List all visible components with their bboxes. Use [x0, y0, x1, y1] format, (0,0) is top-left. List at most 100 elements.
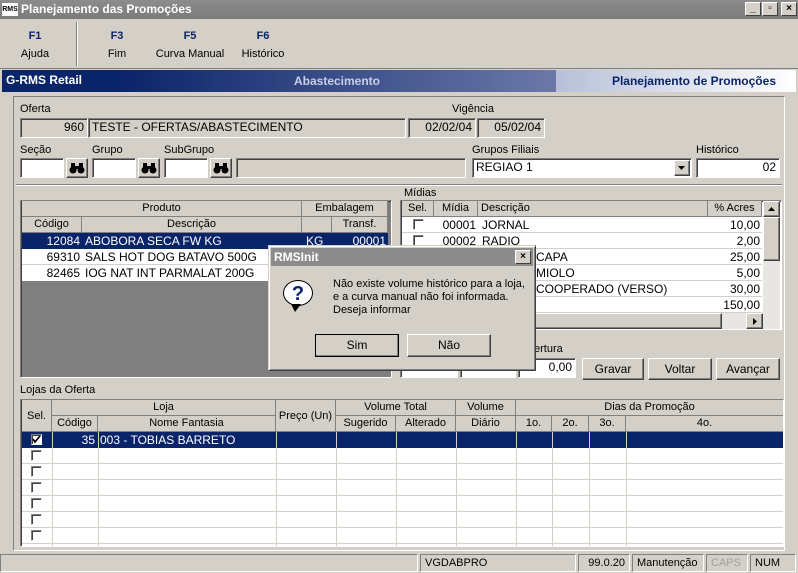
- store-checkbox[interactable]: [31, 466, 42, 477]
- f3-end-button[interactable]: F3 Fim: [94, 30, 140, 60]
- status-num: NUM: [750, 554, 796, 572]
- no-button[interactable]: Não: [407, 334, 491, 357]
- column-lines: [626, 432, 627, 546]
- store-name: 003 - TOBIAS BARRETO: [100, 433, 236, 447]
- subgrupo-description-field: [236, 158, 466, 178]
- dialog-title: RMSInit: [274, 250, 319, 264]
- store-checkbox[interactable]: [31, 514, 42, 525]
- col-media-descricao: Descrição: [478, 201, 708, 217]
- banner-module: Abastecimento: [118, 70, 556, 92]
- f3-key: F3: [110, 30, 124, 42]
- media-checkbox[interactable]: [413, 219, 424, 230]
- dialog-message-line: Não existe volume histórico para a loja,: [333, 278, 525, 290]
- arrow-right-icon: [753, 318, 757, 325]
- dialog-close-button[interactable]: ×: [515, 250, 531, 264]
- store-checkbox[interactable]: [31, 530, 42, 541]
- list-item[interactable]: 00001 JORNAL 10,00: [402, 217, 762, 233]
- store-checkbox[interactable]: [31, 482, 42, 493]
- column-lines: [516, 432, 517, 546]
- dialog-message-line: Deseja informar: [333, 304, 411, 316]
- toolbar: F1 Ajuda F3 Fim F5 Curva Manual F6 Histó…: [0, 20, 798, 68]
- f6-label: Histórico: [241, 48, 285, 60]
- empty-rows: [22, 432, 783, 546]
- media-acres: 25,00: [729, 250, 760, 264]
- f5-manual-curve-button[interactable]: F5 Curva Manual: [150, 30, 230, 60]
- vigencia-start-field: 02/02/04: [408, 118, 476, 138]
- yes-button[interactable]: Sim: [315, 334, 399, 357]
- grupos-filiais-label: Grupos Filiais: [472, 144, 540, 156]
- column-lines: [336, 432, 337, 546]
- column-lines: [396, 432, 397, 546]
- product-code: 12084: [46, 234, 80, 248]
- col-embalagem: [302, 217, 332, 233]
- save-button[interactable]: Gravar: [582, 358, 644, 380]
- close-window-button[interactable]: ×: [781, 2, 797, 16]
- arrow-up-icon: [768, 207, 775, 211]
- banner-brand: G-RMS Retail: [2, 70, 118, 92]
- grupos-filiais-dropdown-button[interactable]: [674, 160, 690, 176]
- col-diario: Diário: [456, 416, 516, 432]
- minimize-button[interactable]: _: [745, 2, 761, 16]
- next-button[interactable]: Avançar: [716, 358, 780, 380]
- binoculars-icon: [141, 163, 157, 174]
- banner-screen-title: Planejamento de Promoções: [556, 70, 796, 92]
- secao-search-button[interactable]: [66, 158, 88, 178]
- grupo-input[interactable]: [92, 158, 136, 178]
- scroll-up-button[interactable]: [763, 201, 780, 217]
- media-description: JORNAL: [482, 218, 530, 232]
- col-day3: 3o.: [589, 416, 626, 432]
- column-lines: [552, 432, 553, 546]
- f1-help-button[interactable]: F1 Ajuda: [12, 30, 58, 60]
- col-day4: 4o.: [626, 416, 783, 432]
- maximize-button[interactable]: ▫: [762, 2, 778, 16]
- f3-label: Fim: [107, 48, 127, 60]
- col-day2: 2o.: [552, 416, 589, 432]
- store-checkbox[interactable]: [31, 434, 42, 445]
- secao-input[interactable]: [20, 158, 64, 178]
- media-acres: 30,00: [729, 282, 760, 296]
- status-blank: [0, 554, 418, 572]
- col-store-sel: Sel.: [22, 400, 52, 432]
- store-checkbox[interactable]: [31, 450, 42, 461]
- header-loja: Loja: [52, 400, 276, 416]
- store-code: 35: [81, 433, 95, 447]
- historico-input[interactable]: 02: [696, 158, 780, 178]
- grupos-filiais-select[interactable]: REGIAO 1: [472, 158, 692, 178]
- col-store-nome: Nome Fantasia: [98, 416, 276, 432]
- subgrupo-input[interactable]: [164, 158, 208, 178]
- module-banner: G-RMS Retail Abastecimento Planejamento …: [0, 68, 798, 92]
- grupo-label: Grupo: [92, 144, 123, 156]
- divider: [16, 184, 782, 186]
- scroll-thumb[interactable]: [763, 217, 780, 261]
- grupo-search-button[interactable]: [138, 158, 160, 178]
- window-titlebar: RMS Planejamento das Promoções _ ▫ ×: [0, 0, 798, 19]
- col-acres: % Acres: [708, 201, 762, 217]
- media-description: COOPERADO (VERSO): [536, 282, 668, 296]
- f5-label: Curva Manual: [155, 48, 225, 60]
- oferta-code-field: 960: [20, 118, 88, 138]
- dialog: RMSInit × ? Não existe volume histórico …: [268, 245, 536, 371]
- store-checkbox[interactable]: [31, 498, 42, 509]
- media-acres: 2,00: [736, 234, 760, 248]
- col-alterado: Alterado: [396, 416, 456, 432]
- save-label: Gravar: [594, 362, 632, 376]
- f6-history-button[interactable]: F6 Histórico: [236, 30, 290, 60]
- secao-label: Seção: [20, 144, 52, 156]
- scroll-right-button[interactable]: [746, 313, 763, 329]
- back-button[interactable]: Voltar: [648, 358, 712, 380]
- status-mode: Manutenção: [632, 554, 704, 572]
- scroll-thumb[interactable]: [522, 313, 722, 329]
- col-transf[interactable]: Transf.: [332, 217, 388, 233]
- media-acres: 5,00: [736, 266, 760, 280]
- oferta-label: Oferta: [20, 103, 51, 115]
- media-vertical-scrollbar[interactable]: [763, 201, 780, 313]
- header-volume: Volume: [456, 400, 516, 416]
- col-descricao[interactable]: Descrição: [82, 217, 302, 233]
- midias-label: Mídias: [404, 187, 437, 199]
- question-icon: ?: [283, 280, 313, 306]
- subgrupo-search-button[interactable]: [210, 158, 232, 178]
- vigencia-end-field: 05/02/04: [477, 118, 545, 138]
- header-volume-total: Volume Total: [336, 400, 456, 416]
- col-codigo[interactable]: Código: [22, 217, 82, 233]
- table-row[interactable]: 35 003 - TOBIAS BARRETO: [22, 432, 783, 448]
